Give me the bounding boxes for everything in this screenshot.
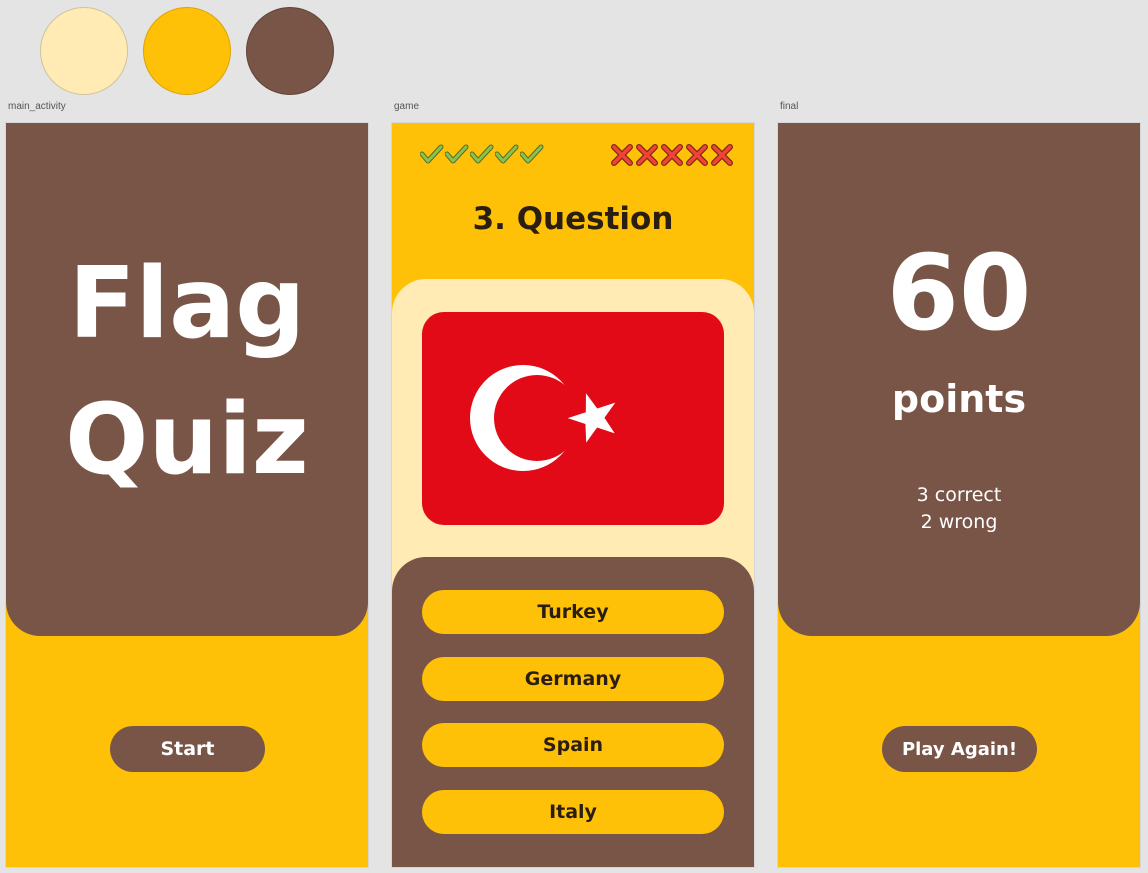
score-value: 60 <box>886 232 1032 354</box>
cross-icon <box>711 144 733 166</box>
turkey-flag-image <box>422 312 724 525</box>
cross-icon <box>686 144 708 166</box>
main-activity-screen: Flag Quiz Start <box>5 122 369 868</box>
wrong-count: 2 wrong <box>920 511 998 533</box>
check-icon <box>470 144 494 164</box>
answers-panel: Turkey Germany Spain Italy <box>392 557 754 867</box>
correct-count: 3 correct <box>916 484 1002 506</box>
screen-label-game: game <box>394 101 420 112</box>
answer-button-italy[interactable]: Italy <box>422 790 724 834</box>
color-swatch-light <box>40 7 128 95</box>
screen-label-main: main_activity <box>8 101 66 112</box>
game-screen: 3. Question Turkey Germany Spain Italy <box>391 122 755 868</box>
color-swatch-accent <box>143 7 231 95</box>
answer-button-turkey[interactable]: Turkey <box>422 590 724 634</box>
check-icon <box>520 144 544 164</box>
cross-icon <box>661 144 683 166</box>
wrong-answers-row <box>610 141 735 169</box>
header-panel <box>6 123 368 636</box>
cross-icon <box>611 144 633 166</box>
check-icon <box>495 144 519 164</box>
app-title-line-2: Quiz <box>65 383 309 497</box>
check-icon <box>420 144 444 164</box>
screen-label-final: final <box>780 101 799 112</box>
answer-button-spain[interactable]: Spain <box>422 723 724 767</box>
check-icon <box>445 144 469 164</box>
final-screen: 60 points 3 correct 2 wrong Play Again! <box>777 122 1141 868</box>
turkey-flag-icon <box>470 365 616 471</box>
start-button[interactable]: Start <box>110 726 265 772</box>
app-title-line-1: Flag <box>68 247 306 361</box>
correct-answers-row <box>420 141 545 169</box>
color-swatch-brown <box>246 7 334 95</box>
points-label: points <box>891 377 1027 421</box>
play-again-button[interactable]: Play Again! <box>882 726 1037 772</box>
cross-icon <box>636 144 658 166</box>
answer-button-germany[interactable]: Germany <box>422 657 724 701</box>
question-title: 3. Question <box>472 201 674 237</box>
